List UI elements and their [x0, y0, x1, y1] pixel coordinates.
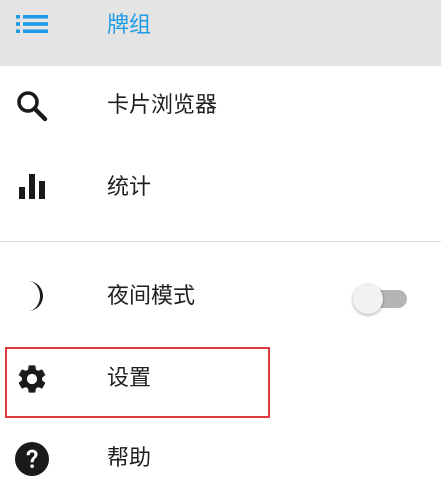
drawer-item-label: 卡片浏览器 [107, 93, 218, 118]
toggle-thumb [353, 284, 383, 314]
drawer-item-decks[interactable]: 牌组 [0, 0, 441, 66]
drawer-item-card-browser[interactable]: 卡片浏览器 [0, 66, 441, 148]
drawer-item-label: 牌组 [107, 13, 152, 38]
deck-list-icon [14, 6, 50, 42]
drawer-item-label: 帮助 [107, 446, 152, 471]
gear-icon [14, 361, 50, 397]
bar-chart-icon [14, 168, 50, 204]
divider [0, 241, 441, 242]
drawer-item-label: 统计 [107, 175, 152, 200]
search-icon [14, 88, 50, 124]
night-mode-toggle[interactable] [353, 284, 411, 314]
moon-icon [14, 278, 50, 314]
drawer-item-label: 设置 [107, 366, 152, 391]
drawer-item-statistics[interactable]: 统计 [0, 148, 441, 230]
drawer-item-help[interactable]: 帮助 [0, 422, 441, 482]
drawer-item-night-mode[interactable]: 夜间模式 [0, 256, 441, 338]
drawer-item-label: 夜间模式 [107, 284, 196, 309]
help-icon [14, 441, 50, 477]
drawer-item-settings[interactable]: 设置 [0, 340, 441, 422]
navigation-drawer: 牌组 卡片浏览器 统计 夜间模式 设置 帮助 [0, 0, 441, 482]
